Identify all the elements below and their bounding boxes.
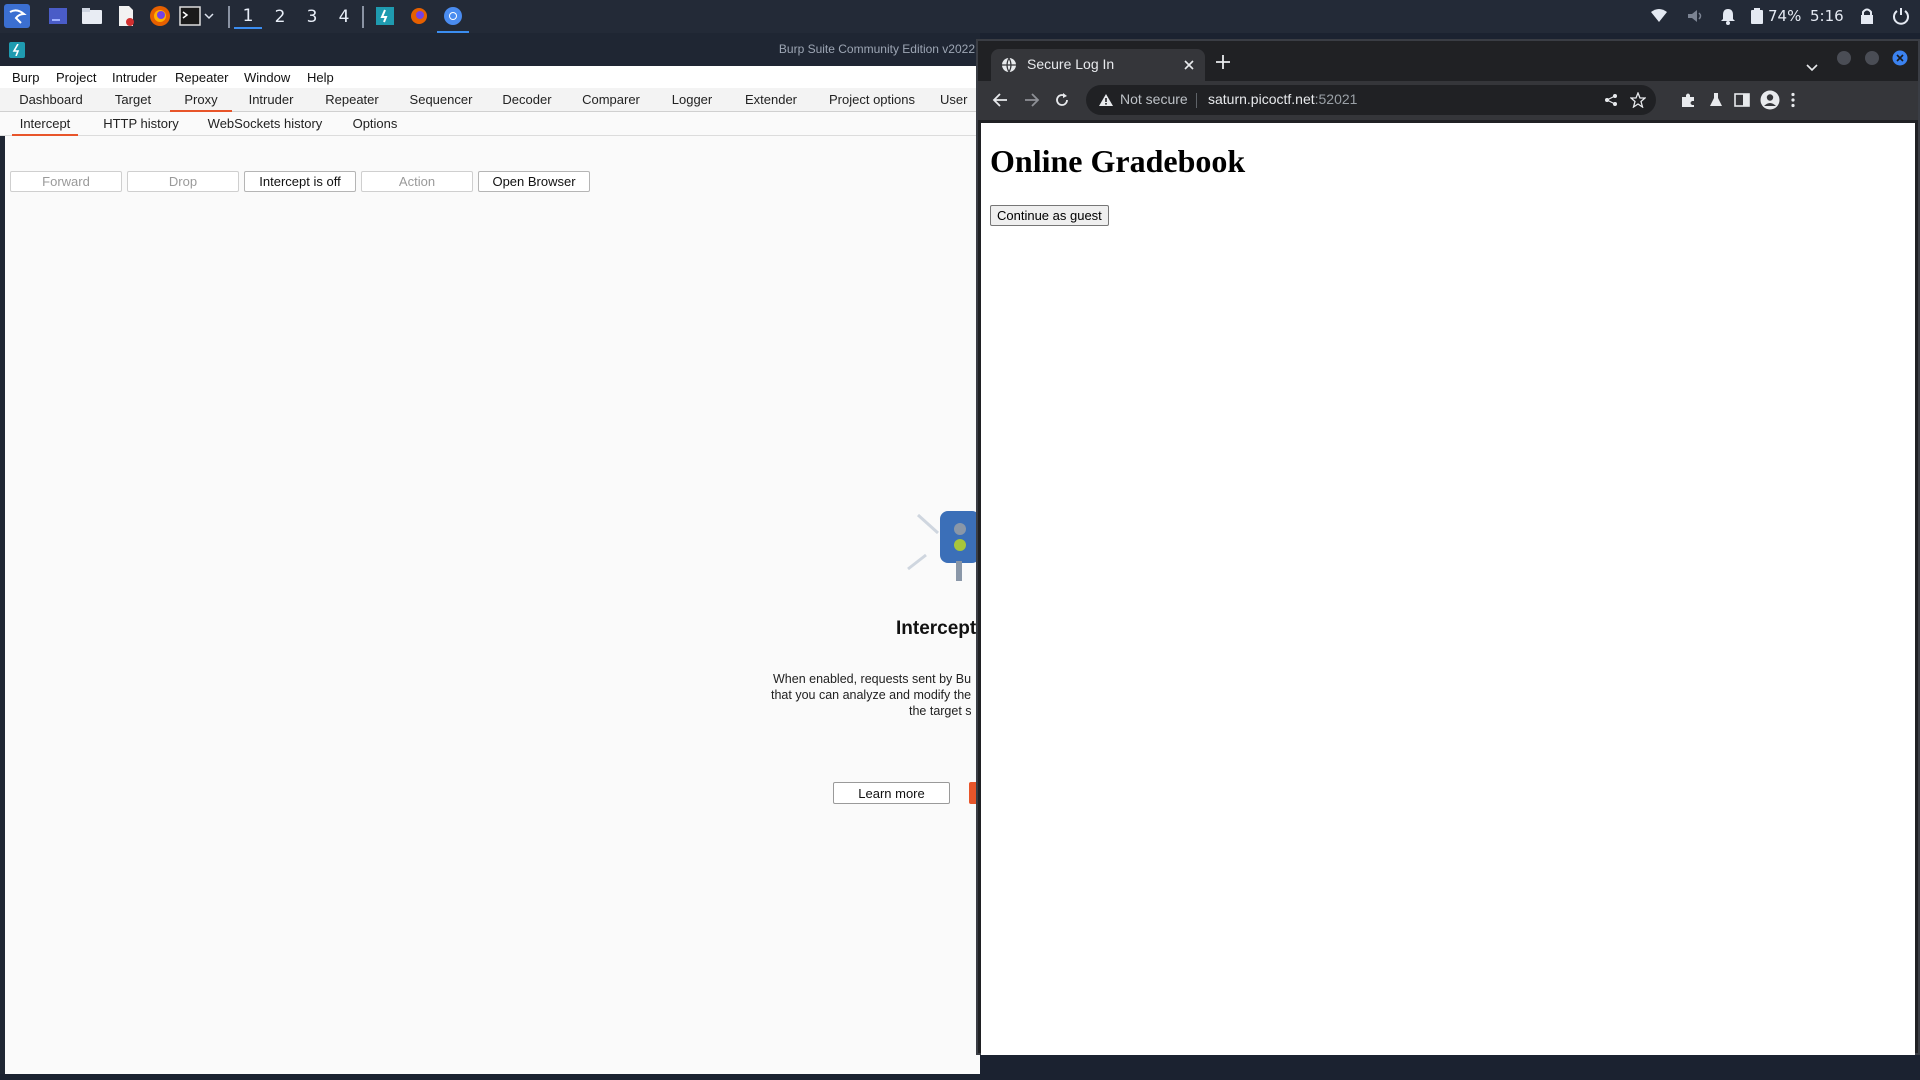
open-browser-button[interactable]: Open Browser bbox=[478, 171, 590, 192]
globe-icon bbox=[1001, 57, 1017, 76]
kebab-menu-icon[interactable] bbox=[1790, 92, 1796, 112]
proxy-sub-tabs: Intercept HTTP history WebSockets histor… bbox=[0, 112, 980, 136]
burp-menubar: Burp Project Intruder Repeater Window He… bbox=[0, 66, 980, 88]
close-icon[interactable] bbox=[1182, 58, 1196, 75]
security-label[interactable]: Not secure bbox=[1120, 91, 1188, 107]
subtab-options[interactable]: Options bbox=[344, 112, 406, 136]
chrome-toolbar: Not secure saturn.picoctf.net:52021 bbox=[978, 81, 1918, 120]
bookmark-star-icon[interactable] bbox=[1629, 91, 1647, 111]
lock-icon[interactable] bbox=[1860, 5, 1874, 27]
tab-intruder[interactable]: Intruder bbox=[242, 88, 300, 112]
menu-project[interactable]: Project bbox=[56, 70, 96, 85]
forward-icon[interactable] bbox=[1024, 92, 1040, 112]
profile-avatar-icon[interactable] bbox=[1760, 90, 1780, 114]
tab-dashboard[interactable]: Dashboard bbox=[12, 88, 90, 112]
warning-icon[interactable] bbox=[1098, 93, 1114, 110]
maximize-icon[interactable] bbox=[1864, 50, 1880, 70]
volume-icon[interactable] bbox=[1686, 5, 1704, 27]
minimize-icon[interactable] bbox=[1836, 50, 1852, 70]
kali-menu-icon[interactable] bbox=[4, 4, 30, 28]
tab-user-options[interactable]: User bbox=[940, 88, 980, 112]
menu-window[interactable]: Window bbox=[244, 70, 290, 85]
tab-project-options[interactable]: Project options bbox=[822, 88, 922, 112]
desktop-icon[interactable] bbox=[46, 4, 70, 28]
window-close-icon[interactable] bbox=[1892, 50, 1908, 70]
intercept-toggle-button[interactable]: Intercept is off bbox=[244, 171, 356, 192]
tab-target[interactable]: Target bbox=[104, 88, 162, 112]
taskbar-separator bbox=[362, 6, 364, 28]
workspace-3[interactable]: 3 bbox=[298, 4, 326, 29]
menu-help[interactable]: Help bbox=[307, 70, 334, 85]
chromium-app-icon[interactable] bbox=[441, 4, 465, 28]
url-text[interactable]: saturn.picoctf.net:52021 bbox=[1208, 91, 1357, 107]
burp-window: Burp Suite Community Edition v2022 Burp … bbox=[0, 33, 989, 1080]
firefox-icon[interactable] bbox=[148, 4, 172, 28]
address-bar[interactable]: Not secure saturn.picoctf.net:52021 bbox=[1086, 85, 1656, 115]
chevron-down-icon[interactable] bbox=[1806, 57, 1818, 76]
security-divider bbox=[1196, 93, 1197, 108]
burp-titlebar: Burp Suite Community Edition v2022 bbox=[0, 33, 980, 66]
burp-main-tabs: Dashboard Target Proxy Intruder Repeater… bbox=[0, 88, 980, 112]
continue-as-guest-button[interactable]: Continue as guest bbox=[990, 205, 1109, 226]
desktop-bottom-edge bbox=[0, 1074, 1920, 1080]
battery-percent: 74% bbox=[1768, 7, 1802, 25]
text-editor-icon[interactable] bbox=[114, 4, 138, 28]
clock[interactable]: 5:16 bbox=[1810, 5, 1844, 27]
url-port: :52021 bbox=[1314, 91, 1358, 107]
browser-tab[interactable]: Secure Log In bbox=[991, 49, 1205, 81]
extensions-icon[interactable] bbox=[1680, 92, 1696, 112]
chevron-down-icon[interactable] bbox=[202, 4, 216, 28]
battery-icon[interactable] bbox=[1750, 5, 1764, 27]
burp-window-title: Burp Suite Community Edition v2022 bbox=[778, 42, 975, 56]
reload-icon[interactable] bbox=[1054, 92, 1070, 112]
network-icon[interactable] bbox=[1650, 5, 1668, 27]
forward-button[interactable]: Forward bbox=[10, 171, 122, 192]
chrome-window: Secure Log In Not secure saturn.picoctf.… bbox=[976, 39, 1920, 1055]
tab-repeater[interactable]: Repeater bbox=[318, 88, 386, 112]
workspace-1[interactable]: 1 bbox=[234, 4, 262, 29]
intercept-panel-title: Intercept bbox=[896, 618, 977, 639]
tab-decoder[interactable]: Decoder bbox=[496, 88, 558, 112]
file-manager-icon[interactable] bbox=[80, 4, 104, 28]
workspace-2[interactable]: 2 bbox=[266, 4, 294, 29]
browser-viewport: Online Gradebook Continue as guest bbox=[981, 123, 1915, 1055]
tab-comparer[interactable]: Comparer bbox=[576, 88, 646, 112]
system-taskbar: 1 2 3 4 74% 5:16 bbox=[0, 0, 1920, 33]
subtab-intercept[interactable]: Intercept bbox=[12, 112, 78, 136]
firefox-app-icon[interactable] bbox=[407, 4, 431, 28]
menu-burp[interactable]: Burp bbox=[12, 70, 39, 85]
drop-button[interactable]: Drop bbox=[127, 171, 239, 192]
burp-logo-icon bbox=[9, 42, 25, 58]
menu-intruder[interactable]: Intruder bbox=[112, 70, 157, 85]
menu-repeater[interactable]: Repeater bbox=[175, 70, 228, 85]
side-panel-icon[interactable] bbox=[1734, 92, 1750, 112]
subtab-http-history[interactable]: HTTP history bbox=[96, 112, 186, 136]
workspace-4[interactable]: 4 bbox=[330, 4, 358, 29]
new-tab-icon[interactable] bbox=[1215, 54, 1231, 74]
tab-sequencer[interactable]: Sequencer bbox=[404, 88, 478, 112]
burp-window-border bbox=[0, 136, 5, 1080]
power-icon[interactable] bbox=[1892, 5, 1910, 27]
burp-app-icon[interactable] bbox=[373, 4, 397, 28]
page-title: Online Gradebook bbox=[990, 143, 1246, 179]
lab-flask-icon[interactable] bbox=[1708, 92, 1724, 112]
taskbar-separator bbox=[228, 6, 230, 28]
traffic-light-illustration bbox=[900, 503, 980, 583]
tab-logger[interactable]: Logger bbox=[664, 88, 720, 112]
back-icon[interactable] bbox=[992, 92, 1008, 112]
subtab-websockets-history[interactable]: WebSockets history bbox=[202, 112, 328, 136]
action-button[interactable]: Action bbox=[361, 171, 473, 192]
tab-extender[interactable]: Extender bbox=[738, 88, 804, 112]
tab-title: Secure Log In bbox=[1027, 56, 1115, 72]
url-host: saturn.picoctf.net bbox=[1208, 91, 1315, 107]
learn-more-button[interactable]: Learn more bbox=[833, 782, 950, 804]
tab-proxy[interactable]: Proxy bbox=[170, 88, 232, 112]
notification-icon[interactable] bbox=[1720, 5, 1736, 27]
chrome-tabbar: Secure Log In bbox=[978, 41, 1918, 81]
share-icon[interactable] bbox=[1604, 93, 1618, 110]
terminal-icon[interactable] bbox=[178, 4, 202, 28]
